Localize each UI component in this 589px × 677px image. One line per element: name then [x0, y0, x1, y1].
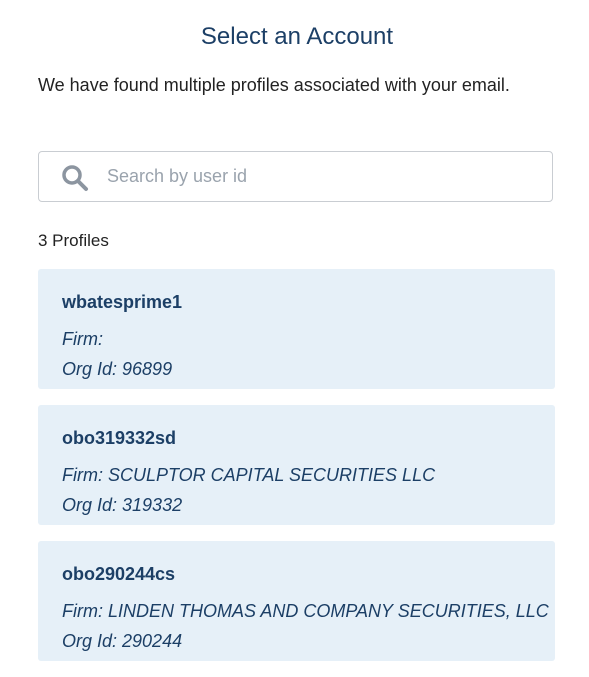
profile-user-id: obo290244cs [62, 564, 176, 584]
search-input[interactable] [107, 152, 537, 201]
intro-message: We have found multiple profiles associat… [38, 75, 510, 95]
profile-card[interactable]: obo319332sd Firm: SCULPTOR CAPITAL SECUR… [38, 405, 555, 525]
profile-user-id: wbatesprime1 [62, 292, 183, 312]
profile-firm: Firm: LINDEN THOMAS AND COMPANY SECURITI… [62, 601, 549, 621]
profile-list: wbatesprime1 Firm: Org Id: 96899 obo3193… [38, 269, 555, 677]
search-box[interactable] [38, 151, 553, 202]
profiles-count: 3 Profiles [38, 231, 109, 250]
profile-org-id: Org Id: 96899 [62, 359, 173, 379]
profile-card[interactable]: obo290244cs Firm: LINDEN THOMAS AND COMP… [38, 541, 555, 661]
profile-user-id: obo319332sd [62, 428, 177, 448]
profile-card[interactable]: wbatesprime1 Firm: Org Id: 96899 [38, 269, 555, 389]
profile-org-id: Org Id: 319332 [62, 495, 183, 515]
search-icon [61, 164, 89, 192]
page-title: Select an Account [200, 23, 394, 50]
profile-firm: Firm: [62, 329, 103, 349]
profile-firm: Firm: SCULPTOR CAPITAL SECURITIES LLC [62, 465, 436, 485]
profile-org-id: Org Id: 290244 [62, 631, 183, 651]
